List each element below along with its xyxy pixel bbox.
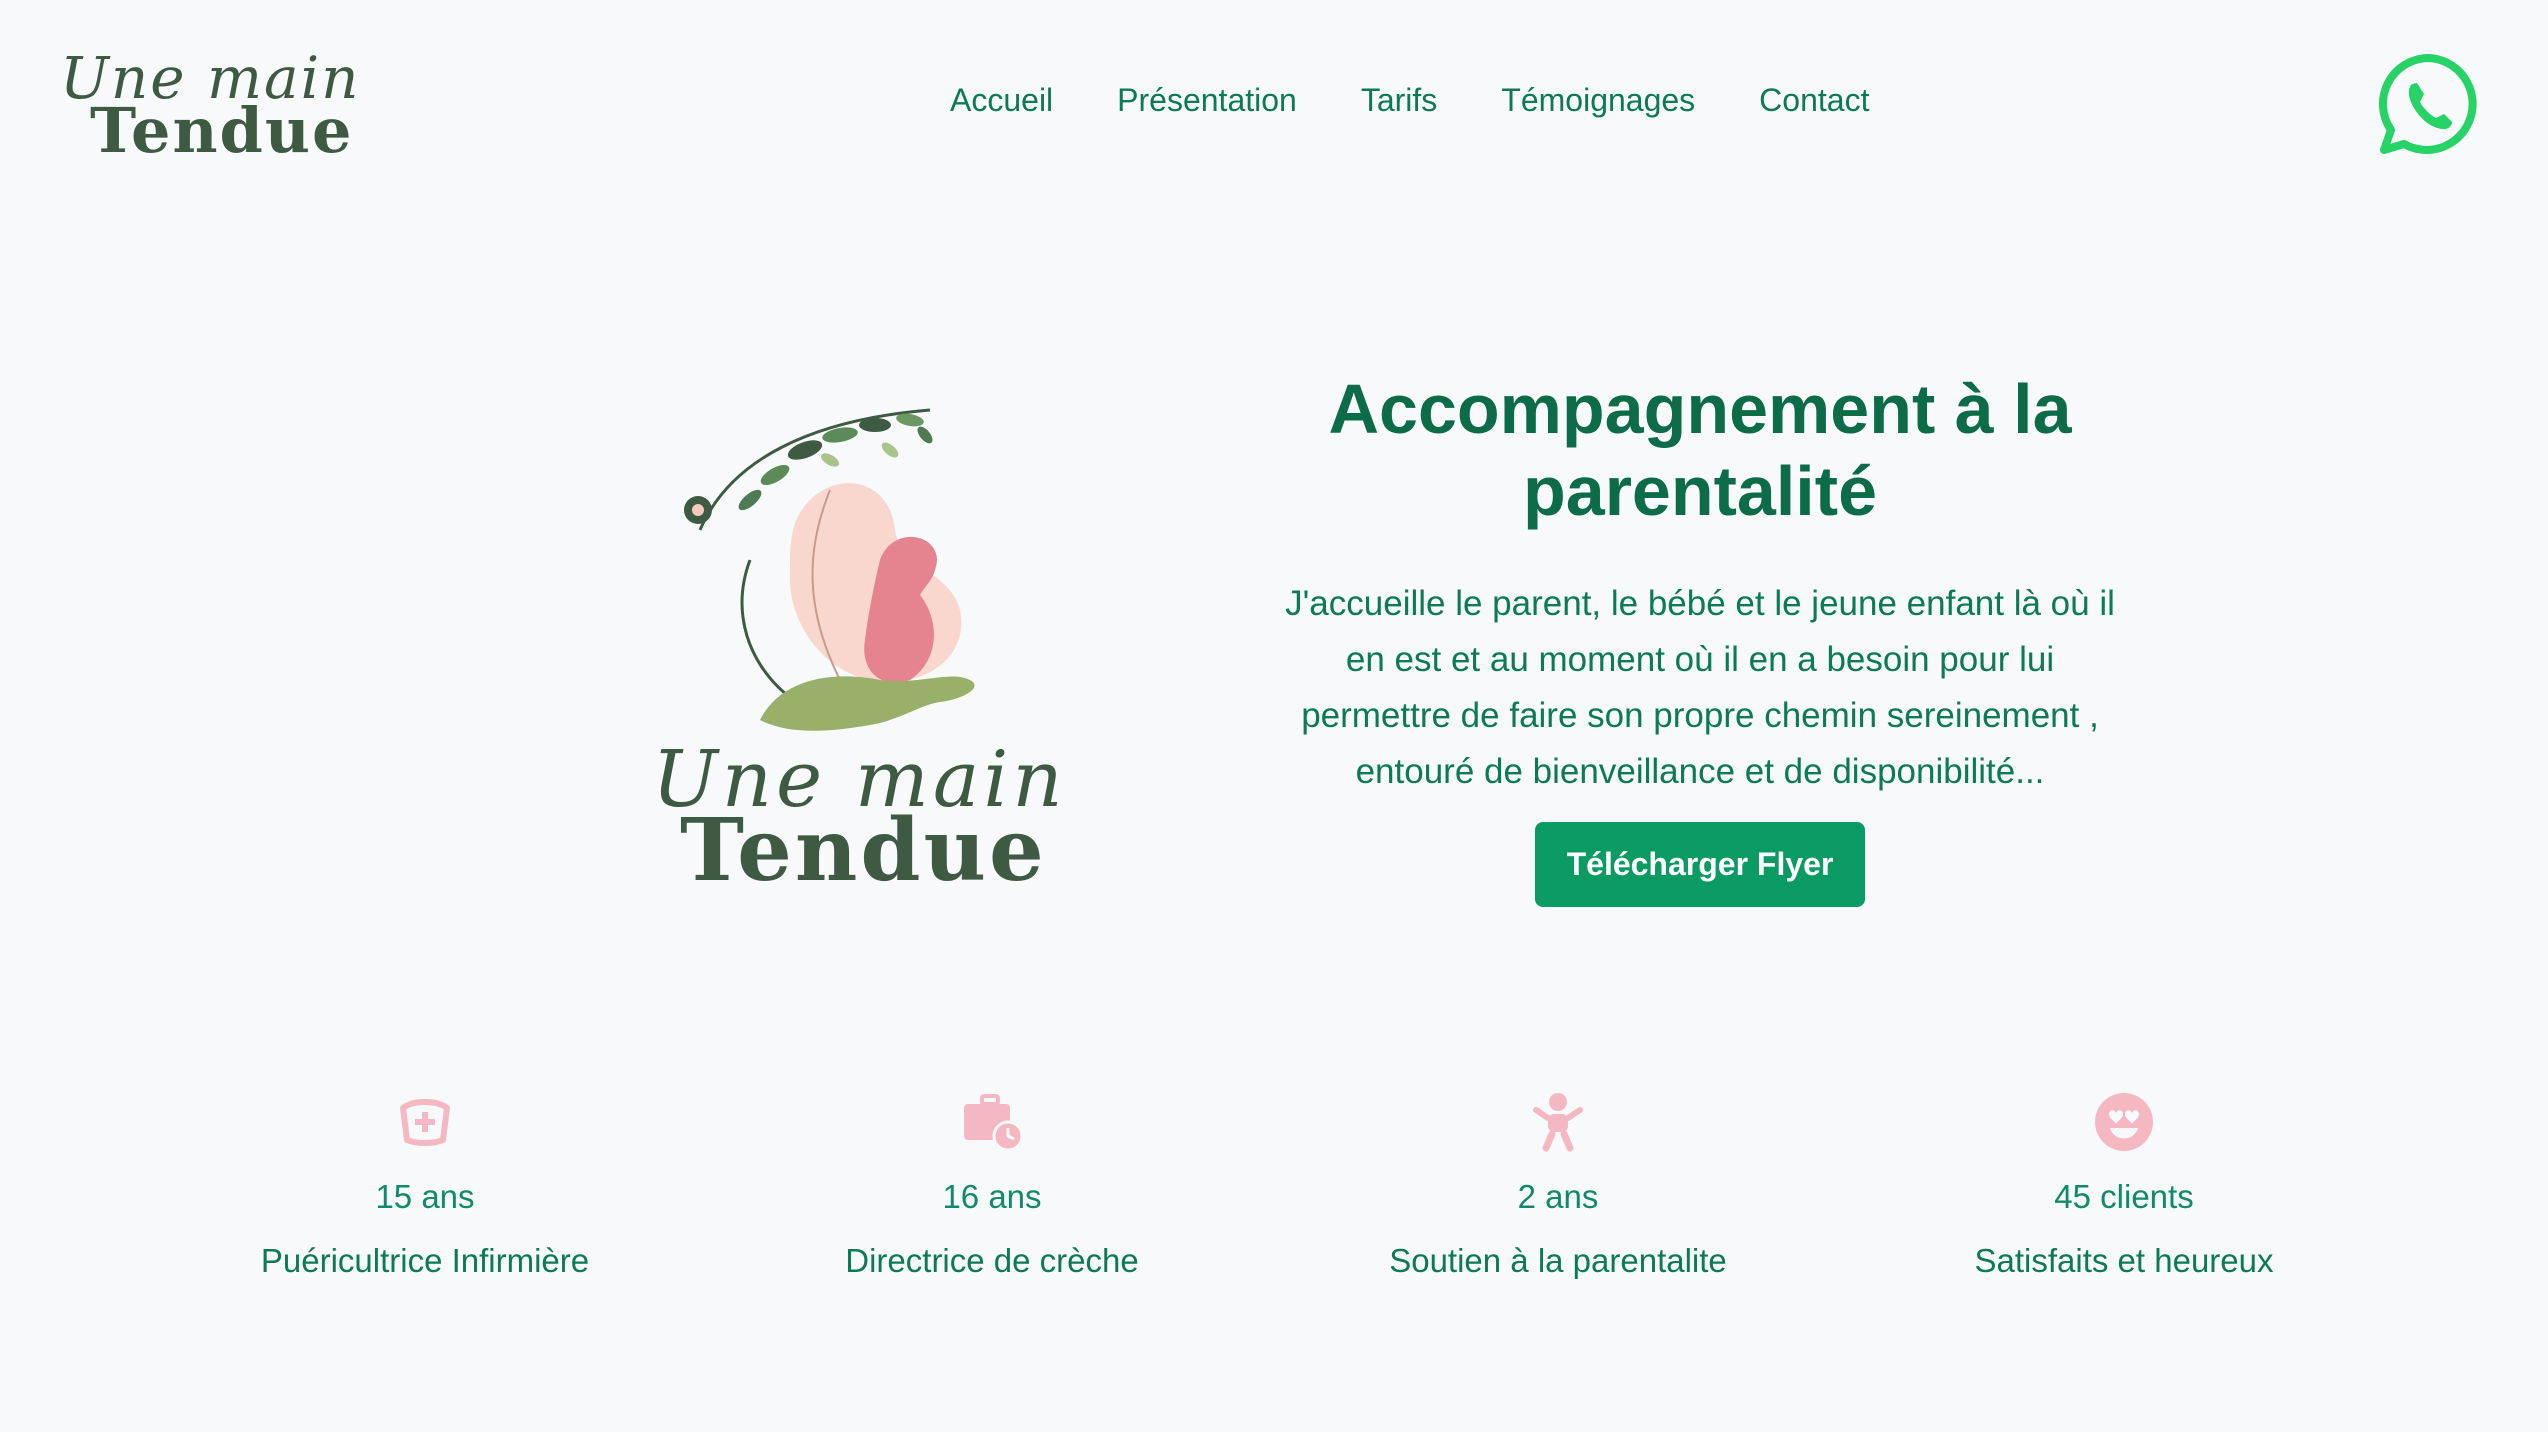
mother-baby-illustration [684,408,975,731]
stat-label: Puéricultrice Infirmière [260,1242,590,1279]
download-flyer-button[interactable]: Télécharger Flyer [1534,822,1866,907]
stat-value: 2 ans [1517,1178,1599,1215]
main-nav: Accueil Présentation Tarifs Témoignages … [950,82,1869,119]
hero-logo-bold-text: Tendue [680,800,1047,901]
nav-item-tarifs[interactable]: Tarifs [1361,82,1437,119]
stat-item: 15 ans Puéricultrice Infirmière [185,1090,665,1280]
nav-item-presentation[interactable]: Présentation [1117,82,1297,119]
smiley-heart-eyes-icon [2095,1093,2153,1151]
nav-item-accueil[interactable]: Accueil [950,82,1053,119]
logo-bold-text: Tendue [90,94,354,167]
stat-label: Satisfaits et heureux [1974,1242,2274,1279]
stat-value: 16 ans [942,1178,1042,1215]
stat-item: 16 ans Directrice de crèche [752,1090,1232,1280]
stat-item: 45 clients Satisfaits et heureux [1884,1090,2364,1280]
hero-title: Accompagnement à la parentalité [1328,370,2072,530]
nav-item-temoignages[interactable]: Témoignages [1501,82,1695,119]
nav-item-contact[interactable]: Contact [1759,82,1869,119]
hero-description: J'accueille le parent, le bébé et le jeu… [1285,584,2115,791]
header-logo[interactable]: Une main Tendue [60,44,360,167]
hero-logo: Une main Tendue [640,380,1063,901]
stat-label: Soutien à la parentalite [1389,1242,1727,1279]
whatsapp-icon[interactable] [2374,50,2484,160]
nurse-cap-icon [400,1099,450,1146]
stat-item: 2 ans Soutien à la parentalite [1318,1090,1798,1280]
briefcase-clock-icon [964,1094,1024,1152]
stat-value: 15 ans [375,1178,475,1215]
stat-label: Directrice de crèche [845,1242,1139,1279]
baby-icon [1533,1093,1583,1152]
stat-value: 45 clients [2054,1178,2194,1215]
hero-section: Accompagnement à la parentalité J'accuei… [1250,368,2150,907]
